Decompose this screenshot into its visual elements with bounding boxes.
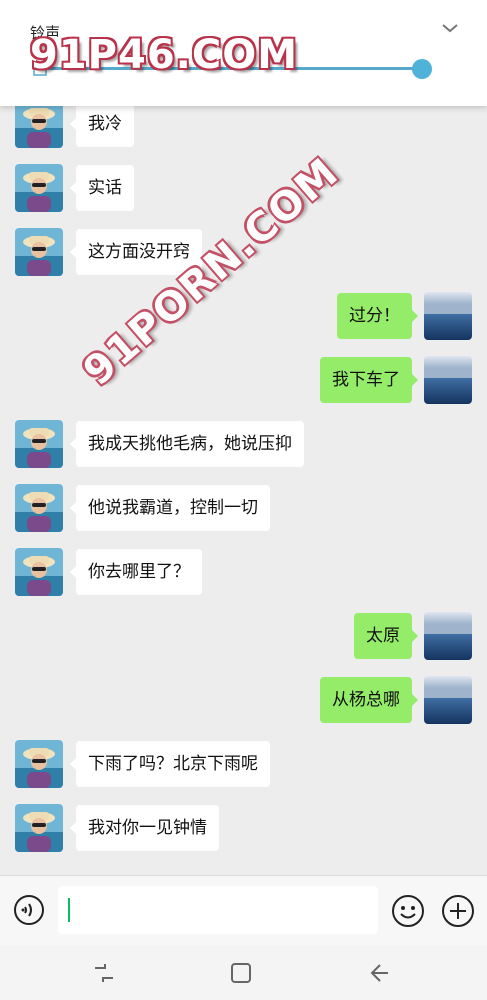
emoji-icon[interactable] <box>391 894 425 928</box>
received-message-bubble[interactable]: 实话 <box>70 165 134 211</box>
message-row: 实话 <box>0 164 487 214</box>
sent-message-bubble[interactable]: 从杨总哪 <box>320 677 418 723</box>
contact-avatar[interactable] <box>15 804 63 852</box>
sent-message-bubble[interactable]: 过分！ <box>337 293 418 339</box>
watermark-top: 91P46.COM <box>30 32 299 78</box>
received-message-bubble[interactable]: 下雨了吗？北京下雨呢 <box>70 741 270 787</box>
contact-avatar[interactable] <box>15 100 63 148</box>
message-row: 过分！ <box>0 292 487 342</box>
message-row: 从杨总哪 <box>0 676 487 726</box>
sent-message-bubble[interactable]: 太原 <box>354 613 418 659</box>
received-message-bubble[interactable]: 我对你一见钟情 <box>70 805 219 851</box>
volume-slider-knob[interactable] <box>412 59 432 79</box>
received-message-bubble[interactable]: 我成天挑他毛病，她说压抑 <box>70 421 304 467</box>
home-icon[interactable] <box>229 961 253 985</box>
input-bar <box>0 875 487 946</box>
contact-avatar[interactable] <box>15 484 63 532</box>
system-nav-bar <box>0 945 487 1000</box>
back-icon[interactable] <box>366 961 390 985</box>
contact-avatar[interactable] <box>15 164 63 212</box>
chat-message-list[interactable]: 我冷 实话 这方面没开窍 过分！ 我下车了 我成天挑他毛病，她说压抑 他说我霸道，控制一切你… <box>0 90 487 875</box>
message-input[interactable] <box>58 886 378 934</box>
received-message-bubble[interactable]: 我冷 <box>70 101 134 147</box>
self-avatar[interactable] <box>424 356 472 404</box>
message-row: 他说我霸道，控制一切 <box>0 484 487 534</box>
voice-icon[interactable] <box>13 894 45 926</box>
contact-avatar[interactable] <box>15 228 63 276</box>
message-row: 太原 <box>0 612 487 662</box>
text-caret <box>68 898 70 922</box>
plus-icon[interactable] <box>441 894 475 928</box>
contact-avatar[interactable] <box>15 740 63 788</box>
contact-avatar[interactable] <box>15 420 63 468</box>
self-avatar[interactable] <box>424 612 472 660</box>
received-message-bubble[interactable]: 他说我霸道，控制一切 <box>70 485 270 531</box>
message-row: 下雨了吗？北京下雨呢 <box>0 740 487 790</box>
sent-message-bubble[interactable]: 我下车了 <box>320 357 418 403</box>
received-message-bubble[interactable]: 你去哪里了？ <box>70 549 202 595</box>
message-row: 我冷 <box>0 100 487 150</box>
message-row: 我成天挑他毛病，她说压抑 <box>0 420 487 470</box>
chevron-down-icon[interactable] <box>440 18 460 38</box>
message-row: 我下车了 <box>0 356 487 406</box>
message-row: 我对你一见钟情 <box>0 804 487 854</box>
self-avatar[interactable] <box>424 292 472 340</box>
self-avatar[interactable] <box>424 676 472 724</box>
message-row: 你去哪里了？ <box>0 548 487 598</box>
contact-avatar[interactable] <box>15 548 63 596</box>
recents-icon[interactable] <box>92 962 116 984</box>
